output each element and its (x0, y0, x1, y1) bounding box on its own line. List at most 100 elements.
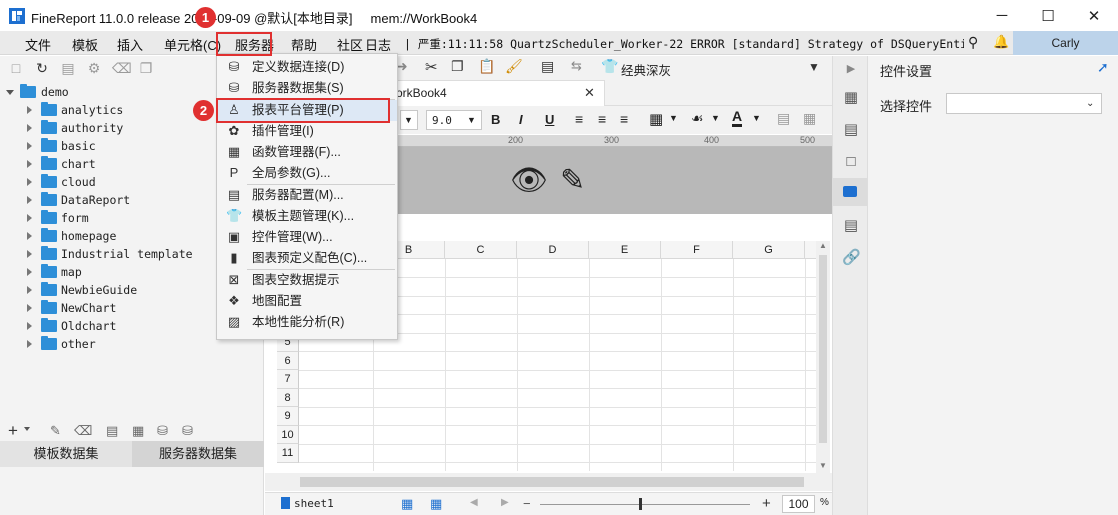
expand-icon[interactable] (27, 232, 32, 240)
chevron-down-icon[interactable]: ▼ (669, 113, 678, 123)
server-menu-item[interactable]: ▮ 图表预定义配色(C)... (217, 248, 397, 269)
server-menu-item[interactable]: ❖ 地图配置 (217, 291, 397, 312)
server-menu-item[interactable]: ▣ 控件管理(W)... (217, 227, 397, 248)
font-name-select[interactable]: ▼ (400, 110, 418, 130)
new-folder-icon[interactable]: □ (8, 60, 24, 76)
close-tab-icon[interactable]: ✕ (584, 85, 595, 101)
expand-icon[interactable] (27, 178, 32, 186)
merge-cells-icon[interactable]: ▤ (777, 110, 790, 127)
chevron-down-icon[interactable]: ▼ (752, 113, 761, 123)
row-header[interactable]: 8 (277, 388, 299, 407)
bold-icon[interactable]: B (491, 112, 500, 127)
preview-icon[interactable]: ▤ (541, 58, 554, 75)
add-dashboard-icon[interactable]: ▦ (430, 496, 442, 512)
row-header[interactable]: 11 (277, 444, 299, 463)
zoom-input[interactable]: 100 (782, 495, 815, 513)
column-header[interactable]: E (589, 241, 661, 259)
align-right-icon[interactable]: ≡ (620, 111, 628, 127)
tab-workbook4[interactable]: orkBook4 ✕ (390, 80, 605, 106)
underline-icon[interactable]: U (545, 112, 554, 127)
server-menu-item[interactable]: ▦ 函数管理器(F)... (217, 142, 397, 163)
expand-icon[interactable] (27, 322, 32, 330)
tab-template-dataset[interactable]: 模板数据集 (0, 441, 132, 467)
align-center-icon[interactable]: ≡ (598, 111, 606, 127)
server-menu-item[interactable]: ▨ 本地性能分析(R) (217, 312, 397, 333)
server-menu-item[interactable]: ▤ 服务器配置(M)... (217, 185, 397, 206)
server-menu-item[interactable]: 👕 模板主题管理(K)... (217, 206, 397, 227)
zoom-out-icon[interactable]: − (523, 496, 531, 511)
edit-icon[interactable]: ⚙ (86, 60, 102, 76)
copy-icon[interactable]: ❐ (451, 58, 464, 75)
row-header[interactable]: 10 (277, 425, 299, 444)
expand-icon[interactable] (27, 304, 32, 312)
menu-community[interactable]: 社区 (337, 35, 363, 54)
expand-icon[interactable] (27, 124, 32, 132)
expand-icon[interactable] (27, 340, 32, 348)
search-icon[interactable]: ⚲ (968, 34, 978, 51)
cut-icon[interactable]: ✂ (425, 58, 438, 76)
font-color-icon[interactable]: A (732, 109, 743, 127)
expand-panel-icon[interactable]: ▶ (842, 60, 860, 78)
hyperlink-icon[interactable]: 🔗 (842, 249, 861, 267)
edit-dataset-icon[interactable]: ✎ (50, 423, 61, 439)
menu-template[interactable]: 模板 (72, 35, 98, 54)
chevron-down-icon[interactable]: ▼ (711, 113, 720, 123)
collapse-icon[interactable] (6, 90, 14, 95)
menu-file[interactable]: 文件 (25, 35, 51, 54)
unmerge-cells-icon[interactable]: ▦ (803, 110, 816, 127)
menu-help[interactable]: 帮助 (291, 35, 317, 54)
switch-icon[interactable]: ⇆ (571, 58, 582, 74)
row-header[interactable]: 7 (277, 370, 299, 389)
vertical-scrollbar[interactable]: ▲ ▼ (816, 241, 830, 473)
column-header[interactable]: G (733, 241, 805, 259)
zoom-slider[interactable] (540, 504, 750, 505)
server-menu-item[interactable]: ✿ 插件管理(I) (217, 121, 397, 142)
maximize-button[interactable]: ☐ (1025, 0, 1071, 31)
add-sheet-icon[interactable]: ▦ (401, 496, 413, 512)
database-icon[interactable]: ⛁ (157, 423, 168, 439)
column-header[interactable]: F (661, 241, 733, 259)
server-menu-item[interactable]: ⛁ 定义数据连接(D) (217, 57, 397, 78)
row-header[interactable]: 6 (277, 351, 299, 370)
refresh-icon[interactable]: ↻ (34, 60, 50, 76)
sheet-tab[interactable]: sheet1 (294, 497, 334, 510)
select-widget-dropdown[interactable]: ⌄ (946, 93, 1102, 114)
menu-insert[interactable]: 插入 (117, 35, 143, 54)
font-size-select[interactable]: 9.0 ▼ (426, 110, 482, 130)
show-info-icon[interactable]: ▤ (60, 60, 76, 76)
server-menu-item[interactable]: ⊠ 图表空数据提示 (217, 270, 397, 291)
delete-dataset-icon[interactable]: ⌫ (74, 423, 92, 439)
expand-icon[interactable] (27, 250, 32, 258)
database-refresh-icon[interactable]: ⛁ (182, 423, 193, 439)
border-icon[interactable]: ▦ (649, 110, 663, 128)
fill-color-icon[interactable]: ☙ (691, 110, 704, 127)
expand-icon[interactable] (27, 268, 32, 276)
condition-attribute-icon[interactable]: ▤ (842, 217, 860, 235)
copy-icon[interactable]: ❐ (138, 60, 154, 76)
tab-server-dataset[interactable]: 服务器数据集 (132, 441, 264, 467)
delete-icon[interactable]: ⌫ (112, 60, 132, 76)
scroll-thumb[interactable] (819, 255, 827, 443)
expand-icon[interactable] (27, 160, 32, 168)
server-menu-item[interactable]: P 全局参数(G)... (217, 163, 397, 184)
notification-bell-icon[interactable]: 🔔 (993, 34, 1009, 50)
edit-pencil-icon[interactable]: ✎ (560, 163, 585, 198)
format-painter-icon[interactable]: 🖌 (505, 58, 523, 75)
expand-icon[interactable] (27, 286, 32, 294)
column-header[interactable]: C (445, 241, 517, 259)
close-button[interactable]: ✕ (1071, 0, 1117, 31)
minimize-button[interactable]: ─ (979, 0, 1025, 31)
row-header[interactable]: 9 (277, 407, 299, 426)
zoom-in-icon[interactable]: + (762, 495, 771, 512)
float-element-icon[interactable]: □ (842, 153, 860, 171)
theme-icon[interactable]: 👕 (601, 58, 618, 75)
prev-sheet-icon[interactable]: ◀ (470, 497, 478, 508)
scroll-up-icon[interactable]: ▲ (819, 241, 827, 250)
next-sheet-icon[interactable]: ▶ (501, 497, 509, 508)
column-header[interactable]: D (517, 241, 589, 259)
hide-eye-icon[interactable]: 👁 (510, 163, 548, 198)
preview-dataset-icon[interactable]: ▤ (106, 423, 118, 439)
expand-icon[interactable] (27, 106, 32, 114)
server-menu-item[interactable]: ⛁ 服务器数据集(S) (217, 78, 397, 99)
menu-cell[interactable]: 单元格(C) (164, 35, 221, 54)
